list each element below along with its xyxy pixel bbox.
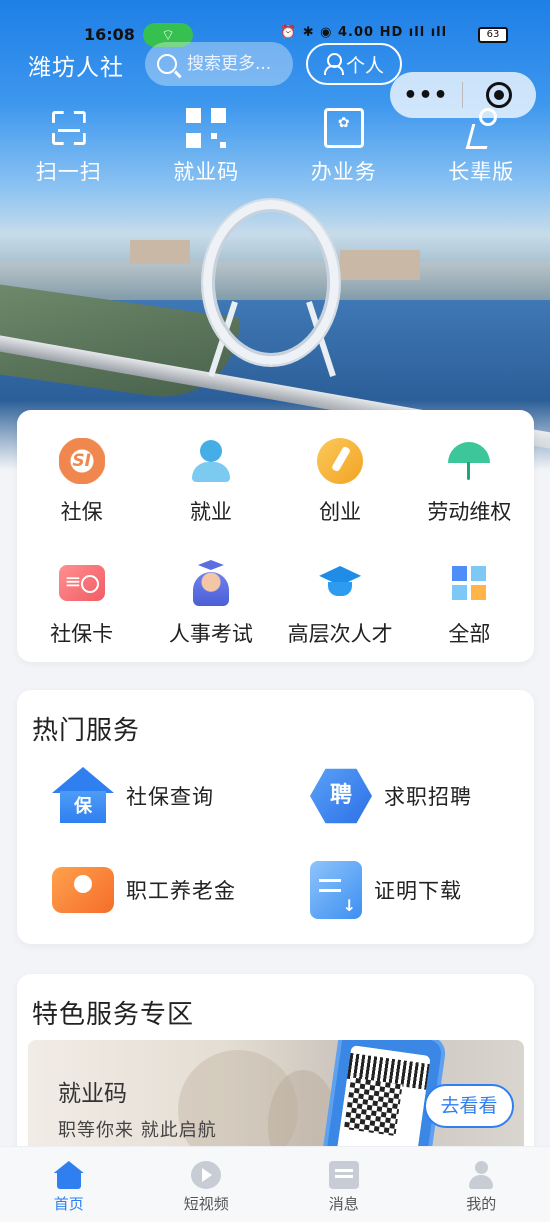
- app-title: 潍坊人社: [28, 55, 124, 81]
- search-bar[interactable]: [145, 42, 293, 86]
- recruit-icon: [310, 768, 372, 824]
- pension-icon: [52, 867, 114, 913]
- battery-icon: 63: [478, 27, 508, 43]
- profile-icon: [466, 1161, 496, 1189]
- bottom-tab-bar: 首页 短视频 消息 我的: [0, 1146, 550, 1222]
- social-security-icon: [58, 438, 105, 484]
- tab-home[interactable]: 首页: [0, 1147, 138, 1222]
- house-icon: [52, 767, 114, 825]
- service-labor-rights[interactable]: 劳动维权: [405, 438, 534, 526]
- document-icon: [323, 108, 364, 148]
- hot-service-job-recruitment[interactable]: 求职招聘: [275, 764, 515, 828]
- banner-subtitle: 职等你来 就此启航: [58, 1120, 217, 1141]
- all-grid-icon: [446, 560, 493, 606]
- quick-action-label: 长辈版: [448, 160, 515, 184]
- hot-services-card: 热门服务 社保查询 求职招聘 职工养老金 证明下载: [17, 690, 534, 944]
- hot-service-social-security-query[interactable]: 社保查询: [17, 764, 257, 828]
- labor-rights-umbrella-icon: [446, 438, 492, 484]
- quick-action-business[interactable]: 办业务: [275, 104, 413, 184]
- employment-icon: [188, 438, 234, 484]
- person-icon: [323, 53, 344, 75]
- tab-label: 我的: [466, 1195, 497, 1213]
- video-icon: [191, 1161, 222, 1189]
- service-social-security-card[interactable]: 社保卡: [17, 560, 146, 648]
- tab-label: 首页: [53, 1195, 84, 1213]
- hot-service-label: 求职招聘: [384, 785, 472, 809]
- message-icon: [328, 1161, 359, 1189]
- building: [340, 250, 420, 280]
- ferris-wheel: [203, 200, 339, 365]
- building: [130, 240, 190, 264]
- tab-short-video[interactable]: 短视频: [138, 1147, 276, 1222]
- hot-service-label: 证明下载: [374, 879, 462, 903]
- service-entrepreneurship[interactable]: 创业: [276, 438, 405, 526]
- banner-title: 就业码: [58, 1081, 127, 1107]
- qr-code-icon: [186, 108, 227, 148]
- service-personnel-exam[interactable]: 人事考试: [146, 560, 275, 648]
- status-icons: ⏰ ✱ ◉ 4.00 HD ıll ıll: [280, 25, 448, 40]
- service-label: 社保: [60, 500, 103, 524]
- hot-service-pension[interactable]: 职工养老金: [17, 858, 257, 922]
- service-label: 人事考试: [168, 622, 253, 646]
- service-social-security[interactable]: 社保: [17, 438, 146, 526]
- personal-label: 个人: [345, 54, 384, 77]
- qr-code-icon: [343, 1077, 403, 1136]
- hot-service-certificate-download[interactable]: 证明下载: [275, 858, 515, 922]
- graduation-cap-icon: [317, 560, 363, 606]
- featured-services-card: 特色服务专区 就业码 职等你来 就此启航 去看看: [17, 974, 534, 1174]
- quick-action-employment-code[interactable]: 就业码: [138, 104, 276, 184]
- service-label: 劳动维权: [427, 500, 512, 524]
- home-icon: [54, 1161, 84, 1189]
- service-label: 全部: [448, 622, 491, 646]
- quick-action-label: 办业务: [310, 160, 377, 184]
- service-grid: 社保 就业 创业 劳动维权 社保卡 人事考试 高层次人才 全部: [17, 410, 534, 648]
- service-all[interactable]: 全部: [405, 560, 534, 648]
- hot-service-label: 职工养老金: [126, 879, 236, 903]
- elder-mode-icon: [461, 108, 501, 148]
- hot-service-label: 社保查询: [126, 785, 214, 809]
- service-label: 高层次人才: [287, 622, 393, 646]
- status-time: 16:08: [84, 25, 135, 44]
- service-label: 就业: [189, 500, 232, 524]
- featured-title: 特色服务专区: [32, 1000, 195, 1030]
- tab-messages[interactable]: 消息: [275, 1147, 413, 1222]
- quick-action-label: 扫一扫: [35, 160, 102, 184]
- social-security-card-icon: [58, 565, 105, 601]
- service-high-level-talent[interactable]: 高层次人才: [276, 560, 405, 648]
- search-input[interactable]: [187, 54, 287, 74]
- net-speed: 4.00: [338, 25, 375, 40]
- quick-actions: 扫一扫 就业码 办业务 长辈版: [0, 104, 550, 184]
- personal-button[interactable]: 个人: [306, 43, 402, 85]
- service-label: 创业: [319, 500, 362, 524]
- tab-mine[interactable]: 我的: [413, 1147, 550, 1222]
- certificate-download-icon: [310, 861, 362, 919]
- service-grid-card: 社保 就业 创业 劳动维权 社保卡 人事考试 高层次人才 全部: [17, 410, 534, 662]
- scan-icon: [49, 108, 89, 148]
- quick-action-elder-mode[interactable]: 长辈版: [413, 104, 550, 184]
- tab-label: 短视频: [183, 1195, 229, 1213]
- exam-icon: [188, 560, 234, 606]
- tab-label: 消息: [328, 1195, 359, 1213]
- service-label: 社保卡: [50, 622, 114, 646]
- quick-action-label: 就业码: [173, 160, 240, 184]
- entrepreneurship-icon: [317, 438, 364, 484]
- service-employment[interactable]: 就业: [146, 438, 275, 526]
- hot-services-title: 热门服务: [32, 716, 141, 746]
- quick-action-scan[interactable]: 扫一扫: [0, 104, 138, 184]
- search-icon: [157, 54, 177, 74]
- view-button[interactable]: 去看看: [424, 1084, 514, 1128]
